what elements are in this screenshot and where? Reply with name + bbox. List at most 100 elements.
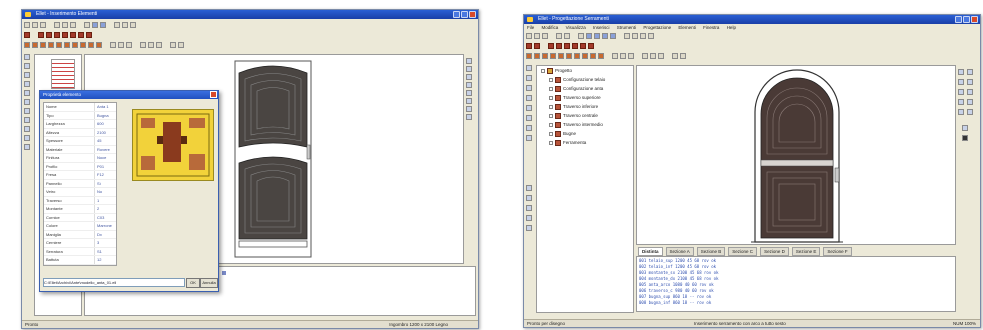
dialog-path-field[interactable]: C:\Ellet\Archivi\Ante\modello_anta_01.el… — [43, 278, 185, 287]
align-left-icon-r[interactable] — [612, 53, 618, 59]
arc-tool-icon-r[interactable] — [526, 105, 532, 111]
refresh-icon[interactable] — [466, 106, 472, 112]
property-value[interactable]: No — [94, 188, 116, 196]
close-button-right[interactable] — [971, 16, 978, 23]
profile-6-icon-r[interactable] — [566, 53, 572, 59]
profile-7-icon-r[interactable] — [574, 53, 580, 59]
tab-distinta[interactable]: Distinta — [638, 247, 663, 256]
trim-tool-icon-r[interactable] — [526, 135, 532, 141]
minimize-button-right[interactable] — [955, 16, 962, 23]
property-value[interactable]: C03 — [94, 213, 116, 221]
property-value[interactable]: 3 — [94, 239, 116, 247]
property-value[interactable]: Anta 1 — [94, 103, 116, 111]
zoom-out-icon[interactable] — [100, 22, 106, 28]
fit-icon-r[interactable] — [967, 99, 973, 105]
grid-icon-r[interactable] — [680, 53, 686, 59]
offset-tool-icon-r[interactable] — [526, 185, 532, 191]
profile-2-icon-r[interactable] — [534, 53, 540, 59]
zoom-in-icon-r[interactable] — [586, 33, 592, 39]
bill-of-materials-panel[interactable]: 001 telaio_sup 1200 45 68 rov ok 002 tela… — [636, 256, 956, 312]
property-grid[interactable]: Nome Anta 1 Tipo Bugna Larghezza 600 Altezza 21… — [43, 102, 117, 266]
render-icon-r[interactable] — [958, 89, 964, 95]
frame-tool-icon-r[interactable] — [526, 43, 532, 49]
view-top-icon-r[interactable] — [958, 79, 964, 85]
property-row[interactable]: Serratura S1 — [44, 247, 116, 256]
dialog-ok-button[interactable]: OK — [186, 278, 200, 288]
new-icon-r[interactable] — [526, 33, 532, 39]
menu-tools[interactable]: Strumenti — [617, 25, 636, 30]
profile-9-icon[interactable] — [88, 42, 94, 48]
tree-item[interactable]: Traverso superiore — [537, 93, 633, 102]
snap-icon-r[interactable] — [958, 109, 964, 115]
mullion-tool-icon-r[interactable] — [556, 43, 562, 49]
redo-icon[interactable] — [122, 22, 128, 28]
hinge-tool-icon[interactable] — [78, 32, 84, 38]
align-center-icon[interactable] — [118, 42, 124, 48]
transom-tool-icon-r[interactable] — [564, 43, 570, 49]
tree-item[interactable]: Traverso inferiore — [537, 102, 633, 111]
property-value[interactable]: Auto — [94, 264, 116, 265]
property-value[interactable]: 45 — [94, 137, 116, 145]
menu-design[interactable]: Progettazione — [643, 25, 671, 30]
line-tool-icon[interactable] — [24, 81, 30, 87]
profile-1-icon[interactable] — [24, 42, 30, 48]
property-value[interactable]: Bugna — [94, 111, 116, 119]
hatch-icon[interactable] — [466, 98, 472, 104]
help-icon-r[interactable] — [648, 33, 654, 39]
dialog-close-button[interactable] — [210, 91, 217, 98]
text-tool-icon-r[interactable] — [526, 205, 532, 211]
property-value[interactable]: 2100 — [94, 128, 116, 136]
property-row[interactable]: Cerniere 3 — [44, 239, 116, 248]
tree-expand-icon[interactable] — [549, 122, 553, 127]
ortho-icon-r[interactable] — [967, 109, 973, 115]
profile-4-icon-r[interactable] — [550, 53, 556, 59]
menu-view[interactable]: Visualizza — [566, 25, 586, 30]
tree-item[interactable]: Traverso intermedio — [537, 120, 633, 129]
property-value[interactable]: S1 — [94, 247, 116, 255]
profile-8-icon-r[interactable] — [582, 53, 588, 59]
select-tool-icon-r[interactable] — [526, 65, 532, 71]
tree-expand-icon[interactable] — [549, 104, 553, 109]
rect-tool-icon-r[interactable] — [526, 115, 532, 121]
transom-tool-icon[interactable] — [62, 32, 68, 38]
open-icon[interactable] — [32, 22, 38, 28]
move-tool-icon-r[interactable] — [526, 75, 532, 81]
measure-icon[interactable] — [148, 42, 154, 48]
menu-help[interactable]: Help — [727, 25, 736, 30]
profile-7-icon[interactable] — [72, 42, 78, 48]
profile-9-icon-r[interactable] — [590, 53, 596, 59]
dimension-icon[interactable] — [140, 42, 146, 48]
select-tool-icon[interactable] — [24, 54, 30, 60]
save-icon[interactable] — [40, 22, 46, 28]
tree-item[interactable]: Traverso centrale — [537, 111, 633, 120]
handle-tool-icon-r[interactable] — [588, 43, 594, 49]
property-row[interactable]: Spessore 45 — [44, 137, 116, 146]
profile-8-icon[interactable] — [80, 42, 86, 48]
panel-tool-icon[interactable] — [46, 32, 52, 38]
copy-icon[interactable] — [62, 22, 68, 28]
align-left-icon[interactable] — [110, 42, 116, 48]
properties-icon-r[interactable] — [640, 33, 646, 39]
rotate-tool-icon-r[interactable] — [526, 85, 532, 91]
tree-item[interactable]: Configurazione anta — [537, 84, 633, 93]
dialog-title-bar[interactable]: Proprietà elemento — [40, 91, 218, 99]
tab-sezione-a[interactable]: Sezione A — [665, 247, 694, 256]
offset-tool-icon[interactable] — [24, 126, 30, 132]
property-value[interactable]: 12 — [94, 256, 116, 264]
property-row[interactable]: Pannello Sì — [44, 179, 116, 188]
fit-icon[interactable] — [466, 114, 472, 120]
save-icon-r[interactable] — [542, 33, 548, 39]
property-value[interactable]: 1 — [94, 196, 116, 204]
mullion-tool-icon[interactable] — [54, 32, 60, 38]
view-3d-icon-r[interactable] — [967, 79, 973, 85]
view-3d-icon[interactable] — [466, 82, 472, 88]
section-icon[interactable] — [156, 42, 162, 48]
paste-icon[interactable] — [70, 22, 76, 28]
cut-icon-r[interactable] — [556, 33, 562, 39]
tree-expand-icon[interactable] — [541, 68, 545, 73]
fillet-tool-icon-r[interactable] — [526, 195, 532, 201]
property-row[interactable]: Fresa F12 — [44, 171, 116, 180]
project-tree-panel[interactable]: Progetto Configurazione telaio Configuraz… — [536, 65, 634, 313]
tree-item[interactable]: Bugne — [537, 129, 633, 138]
new-icon[interactable] — [24, 22, 30, 28]
